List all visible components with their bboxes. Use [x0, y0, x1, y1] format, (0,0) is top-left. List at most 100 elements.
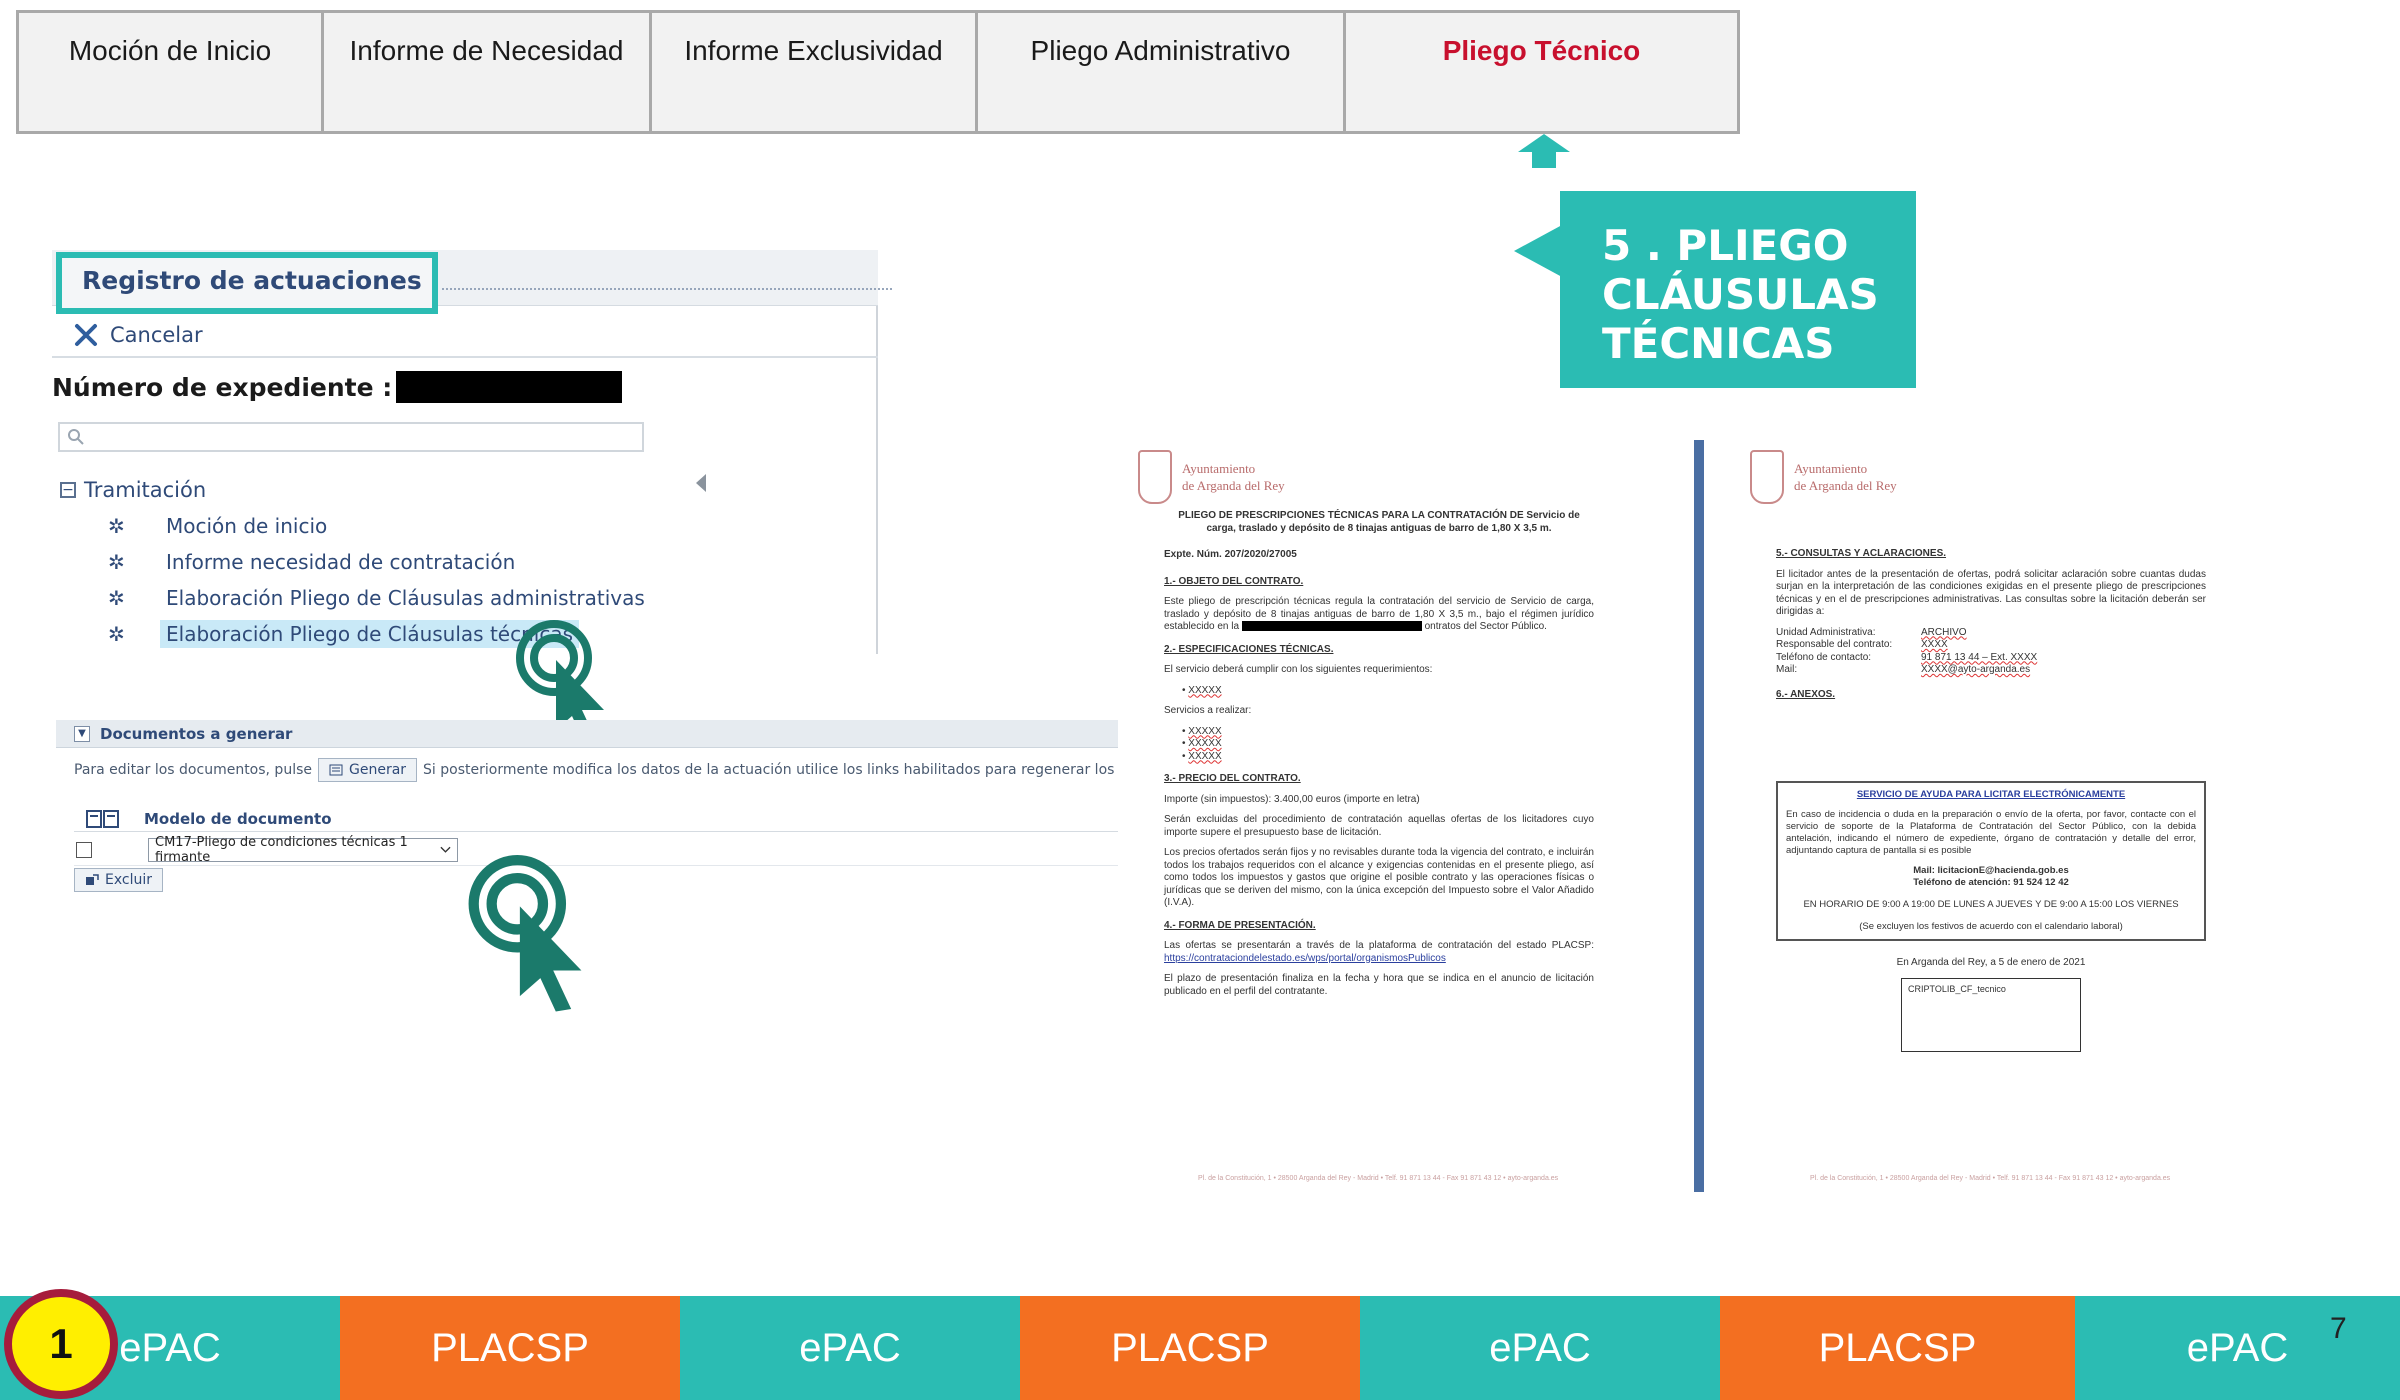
select-all-icon[interactable] [86, 809, 120, 828]
help-mail: Mail: licitacionE@hacienda.gob.es [1913, 865, 2069, 876]
gear-icon: ✲ [108, 622, 125, 646]
search-icon [68, 429, 84, 445]
contact-key: Responsable del contrato: [1776, 639, 1893, 650]
tree-item-mocion-inicio[interactable]: ✲ Moción de inicio [108, 508, 645, 544]
registro-title-text: Registro de actuaciones [82, 266, 422, 295]
doc-paragraph: Importe (sin impuestos): 3.400,00 euros … [1164, 793, 1420, 805]
table-row: CM17-Pliego de condiciones técnicas 1 fi… [74, 834, 1134, 866]
placeholder-text: XXXXX [1188, 725, 1222, 737]
tree-item-label: Moción de inicio [166, 514, 328, 538]
tree-item-informe-necesidad[interactable]: ✲ Informe necesidad de contratación [108, 544, 645, 580]
org-line: Ayuntamiento [1182, 461, 1256, 476]
exclude-icon [86, 874, 99, 885]
gear-icon: ✲ [108, 550, 125, 574]
up-arrow-icon [1518, 134, 1570, 168]
step-mocion-inicio[interactable]: Moción de Inicio [19, 13, 324, 131]
doc-list-item: • XXXXX [1182, 738, 1222, 749]
row-checkbox[interactable] [76, 841, 92, 858]
callout-line: 5 . PLIEGO [1602, 221, 1849, 270]
contact-key: Unidad Administrativa: [1776, 626, 1876, 638]
help-hours: EN HORARIO DE 9:00 A 19:00 DE LUNES A JU… [1803, 899, 2179, 910]
placsp-link[interactable]: https://contrataciondelestado.es/wps/por… [1164, 953, 1446, 964]
doc-section-heading: 6.- ANEXOS. [1776, 688, 1836, 700]
flow-segment-label: ePAC [1489, 1325, 1591, 1370]
doc-list-item: • XXXXX [1182, 725, 1222, 737]
generar-button[interactable]: Generar [318, 758, 418, 782]
cancel-button[interactable]: Cancelar [74, 316, 203, 354]
tree-item-label: Elaboración Pliego de Cláusulas administ… [166, 586, 645, 610]
chevron-down-icon [440, 846, 451, 853]
flow-segment-label: ePAC [119, 1325, 221, 1370]
tree-item-pliego-administrativas[interactable]: ✲ Elaboración Pliego de Cláusulas adminis… [108, 580, 645, 616]
step-label: Informe de Necesidad [349, 35, 624, 66]
doc-paragraph: Este pliego de prescripción técnicas reg… [1164, 596, 1594, 634]
tree-root-tramitacion[interactable]: − Tramitación [60, 478, 206, 502]
help-prefix: Para editar los documentos, pulse [74, 762, 312, 778]
step-pliego-tecnico[interactable]: Pliego Técnico [1346, 13, 1737, 131]
documentos-panel: ▼ Documentos a generar Para editar los d… [56, 720, 1205, 908]
documentos-header[interactable]: ▼ Documentos a generar [56, 720, 1136, 748]
doc-paragraph: El plazo de presentación finaliza en la … [1164, 973, 1594, 997]
doc-paragraph: Los precios ofertados serán fijos y no r… [1164, 847, 1594, 908]
modelo-select-value: CM17-Pliego de condiciones técnicas 1 fi… [155, 834, 408, 865]
doc-list-item: • XXXXX [1182, 750, 1222, 762]
modelo-select[interactable]: CM17-Pliego de condiciones técnicas 1 fi… [148, 834, 458, 865]
contact-key: Teléfono de contacto: [1776, 651, 1872, 663]
contact-list: Unidad Administrativa: ARCHIVO Responsabl… [1776, 627, 2206, 677]
chevron-down-icon[interactable]: ▼ [74, 725, 90, 742]
column-header-modelo: Modelo de documento [144, 809, 332, 828]
step-number-badge: 1 [4, 1289, 118, 1399]
doc-paragraph: Las ofertas se presentarán a través de l… [1164, 940, 1594, 965]
generar-label: Generar [349, 762, 407, 778]
crest-icon [1750, 450, 1784, 504]
flow-segment-label: PLACSP [431, 1325, 589, 1370]
placeholder-text: XXXXX [1188, 750, 1222, 762]
callout-line: TÉCNICAS [1602, 319, 1835, 368]
tree-root-label: Tramitación [84, 478, 207, 502]
doc-list-item: • XXXXX [1182, 684, 1222, 696]
step-informe-necesidad[interactable]: Informe de Necesidad [324, 13, 652, 131]
doc-text: Las ofertas se presentarán a través de l… [1164, 940, 1594, 951]
help-title: SERVICIO DE AYUDA PARA LICITAR ELECTRÓNI… [1856, 789, 2126, 800]
doc-section-heading: 5.- CONSULTAS Y ACLARACIONES. [1776, 548, 1947, 559]
collapse-toggle-icon[interactable]: − [60, 482, 76, 498]
flow-segment-epac: ePAC [1360, 1296, 1720, 1400]
ayuntamiento-logo: Ayuntamiento de Arganda del Rey [1750, 450, 1897, 504]
flow-segment-placsp: PLACSP [1720, 1296, 2075, 1400]
step-pliego-administrativo[interactable]: Pliego Administrativo [978, 13, 1346, 131]
flow-segment-label: PLACSP [1111, 1325, 1269, 1370]
contact-value: 91 871 13 44 – Ext. XXXX [1921, 651, 2038, 663]
divider [52, 356, 878, 358]
step-informe-exclusividad[interactable]: Informe Exclusividad [652, 13, 978, 131]
registro-title: Registro de actuaciones [56, 252, 438, 314]
doc-paragraph: Servicios a realizar: [1164, 705, 1252, 716]
documentos-title: Documentos a generar [100, 724, 293, 743]
step-label: Pliego Administrativo [1030, 35, 1291, 66]
search-input[interactable] [58, 422, 644, 452]
signature-label: CRIPTOLIB_CF_tecnico [1908, 983, 2006, 994]
excluir-label: Excluir [105, 872, 152, 888]
tree-item-label: Informe necesidad de contratación [166, 550, 516, 574]
doc-section-heading: 4.- FORMA DE PRESENTACIÓN. [1164, 919, 1316, 931]
bottom-flow-bar: ePAC PLACSP ePAC PLACSP ePAC PLACSP ePAC [0, 1296, 2400, 1400]
documentos-help: Para editar los documentos, pulse Genera… [74, 758, 1205, 782]
collapse-panel-icon[interactable] [696, 474, 706, 492]
doc-paragraph: Serán excluidas del procedimiento de con… [1164, 814, 1594, 838]
cancel-label: Cancelar [110, 323, 203, 347]
step-label: Moción de Inicio [68, 35, 272, 66]
doc-title: PLIEGO DE PRESCRIPCIONES TÉCNICAS PARA L… [1178, 510, 1580, 534]
flow-segment-epac: ePAC [680, 1296, 1020, 1400]
expediente-row: Número de expediente : [52, 362, 623, 412]
page-number: 7 [2330, 1312, 2347, 1345]
step-label: Pliego Técnico [1442, 35, 1641, 66]
crest-icon [1138, 450, 1172, 504]
expediente-label: Número de expediente : [52, 372, 393, 402]
doc-section-heading: 2.- ESPECIFICACIONES TÉCNICAS. [1164, 643, 1334, 655]
flow-segment-label: ePAC [799, 1325, 901, 1370]
doc-text: ontratos del Sector Público. [1424, 621, 1547, 632]
flow-segment-placsp: PLACSP [1020, 1296, 1360, 1400]
help-note: (Se excluyen los festivos de acuerdo con… [1859, 921, 2123, 932]
contact-key: Mail: [1776, 664, 1798, 675]
excluir-button[interactable]: Excluir [74, 868, 163, 892]
doc-paragraph: El servicio deberá cumplir con los sigui… [1164, 664, 1433, 675]
